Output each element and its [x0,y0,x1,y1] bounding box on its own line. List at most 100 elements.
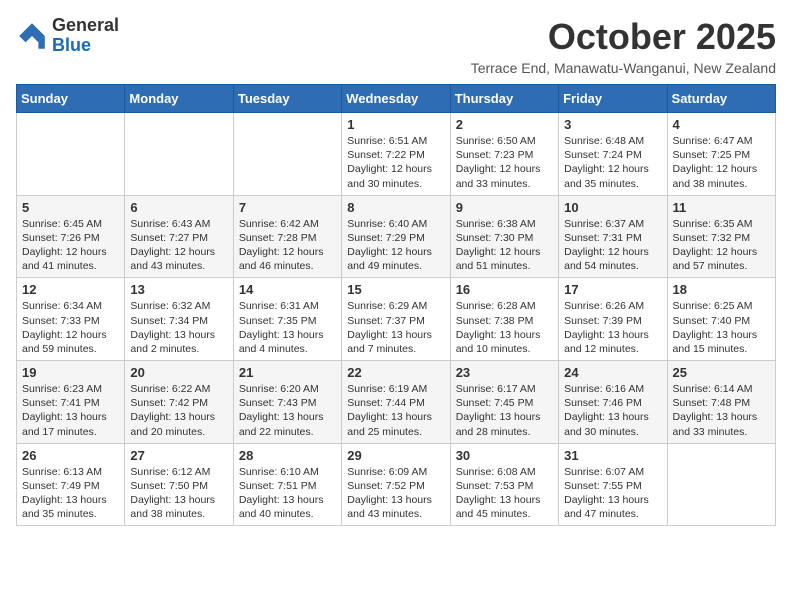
day-info: Sunrise: 6:08 AM Sunset: 7:53 PM Dayligh… [456,465,553,522]
day-info: Sunrise: 6:23 AM Sunset: 7:41 PM Dayligh… [22,382,119,439]
calendar-cell: 5 Sunrise: 6:45 AM Sunset: 7:26 PM Daylig… [17,195,125,278]
calendar-cell: 23 Sunrise: 6:17 AM Sunset: 7:45 PM Dayli… [450,361,558,444]
day-info: Sunrise: 6:50 AM Sunset: 7:23 PM Dayligh… [456,134,553,191]
header-day-monday: Monday [125,85,233,113]
calendar-header-row: SundayMondayTuesdayWednesdayThursdayFrid… [17,85,776,113]
day-number: 3 [564,117,661,132]
calendar-cell: 25Sunrise: 6:14 AM Sunset: 7:48 PM Dayli… [667,361,775,444]
day-number: 7 [239,200,336,215]
day-number: 10 [564,200,661,215]
day-info: Sunrise: 6:26 AM Sunset: 7:39 PM Dayligh… [564,299,661,356]
calendar-cell: 31 Sunrise: 6:07 AM Sunset: 7:55 PM Dayli… [559,443,667,526]
day-number: 18 [673,282,770,297]
day-number: 9 [456,200,553,215]
day-number: 14 [239,282,336,297]
calendar-cell: 21Sunrise: 6:20 AM Sunset: 7:43 PM Dayli… [233,361,341,444]
day-info: Sunrise: 6:25 AM Sunset: 7:40 PM Dayligh… [673,299,770,356]
day-info: Sunrise: 6:10 AM Sunset: 7:51 PM Dayligh… [239,465,336,522]
calendar-cell: 28 Sunrise: 6:10 AM Sunset: 7:51 PM Dayli… [233,443,341,526]
calendar-cell: 3 Sunrise: 6:48 AM Sunset: 7:24 PM Daylig… [559,113,667,196]
calendar-cell: 10Sunrise: 6:37 AM Sunset: 7:31 PM Dayli… [559,195,667,278]
day-number: 6 [130,200,227,215]
calendar-table: SundayMondayTuesdayWednesdayThursdayFrid… [16,84,776,526]
day-number: 5 [22,200,119,215]
day-info: Sunrise: 6:22 AM Sunset: 7:42 PM Dayligh… [130,382,227,439]
calendar-cell: 17 Sunrise: 6:26 AM Sunset: 7:39 PM Dayli… [559,278,667,361]
calendar-week-3: 12 Sunrise: 6:34 AM Sunset: 7:33 PM Dayli… [17,278,776,361]
day-number: 24 [564,365,661,380]
calendar-cell: 19 Sunrise: 6:23 AM Sunset: 7:41 PM Dayli… [17,361,125,444]
day-info: Sunrise: 6:47 AM Sunset: 7:25 PM Dayligh… [673,134,770,191]
header-day-thursday: Thursday [450,85,558,113]
calendar-cell: 9Sunrise: 6:38 AM Sunset: 7:30 PM Daylig… [450,195,558,278]
day-info: Sunrise: 6:34 AM Sunset: 7:33 PM Dayligh… [22,299,119,356]
calendar-cell [667,443,775,526]
header-day-tuesday: Tuesday [233,85,341,113]
calendar-cell: 8Sunrise: 6:40 AM Sunset: 7:29 PM Daylig… [342,195,450,278]
calendar-week-2: 5 Sunrise: 6:45 AM Sunset: 7:26 PM Daylig… [17,195,776,278]
calendar-cell: 1 Sunrise: 6:51 AM Sunset: 7:22 PM Daylig… [342,113,450,196]
day-number: 2 [456,117,553,132]
calendar-cell [17,113,125,196]
day-info: Sunrise: 6:42 AM Sunset: 7:28 PM Dayligh… [239,217,336,274]
calendar-body: 1 Sunrise: 6:51 AM Sunset: 7:22 PM Daylig… [17,113,776,526]
logo-icon [16,20,48,52]
calendar-cell: 2 Sunrise: 6:50 AM Sunset: 7:23 PM Daylig… [450,113,558,196]
location-subtitle: Terrace End, Manawatu-Wanganui, New Zeal… [471,60,776,76]
day-info: Sunrise: 6:16 AM Sunset: 7:46 PM Dayligh… [564,382,661,439]
day-number: 28 [239,448,336,463]
calendar-week-5: 26Sunrise: 6:13 AM Sunset: 7:49 PM Dayli… [17,443,776,526]
calendar-cell: 18 Sunrise: 6:25 AM Sunset: 7:40 PM Dayli… [667,278,775,361]
day-info: Sunrise: 6:28 AM Sunset: 7:38 PM Dayligh… [456,299,553,356]
day-number: 27 [130,448,227,463]
day-number: 22 [347,365,444,380]
calendar-cell: 6 Sunrise: 6:43 AM Sunset: 7:27 PM Daylig… [125,195,233,278]
day-info: Sunrise: 6:32 AM Sunset: 7:34 PM Dayligh… [130,299,227,356]
day-number: 4 [673,117,770,132]
day-info: Sunrise: 6:07 AM Sunset: 7:55 PM Dayligh… [564,465,661,522]
calendar-cell: 15Sunrise: 6:29 AM Sunset: 7:37 PM Dayli… [342,278,450,361]
calendar-cell: 20 Sunrise: 6:22 AM Sunset: 7:42 PM Dayli… [125,361,233,444]
calendar-cell: 13 Sunrise: 6:32 AM Sunset: 7:34 PM Dayli… [125,278,233,361]
calendar-cell: 14 Sunrise: 6:31 AM Sunset: 7:35 PM Dayli… [233,278,341,361]
calendar-cell: 30 Sunrise: 6:08 AM Sunset: 7:53 PM Dayli… [450,443,558,526]
calendar-cell: 4 Sunrise: 6:47 AM Sunset: 7:25 PM Daylig… [667,113,775,196]
day-info: Sunrise: 6:40 AM Sunset: 7:29 PM Dayligh… [347,217,444,274]
day-info: Sunrise: 6:12 AM Sunset: 7:50 PM Dayligh… [130,465,227,522]
calendar-cell: 22 Sunrise: 6:19 AM Sunset: 7:44 PM Dayli… [342,361,450,444]
day-number: 12 [22,282,119,297]
day-info: Sunrise: 6:43 AM Sunset: 7:27 PM Dayligh… [130,217,227,274]
page-header: General Blue October 2025 Terrace End, M… [16,16,776,76]
day-number: 19 [22,365,119,380]
day-info: Sunrise: 6:35 AM Sunset: 7:32 PM Dayligh… [673,217,770,274]
day-number: 29 [347,448,444,463]
logo-general-text: General [52,16,119,36]
day-info: Sunrise: 6:31 AM Sunset: 7:35 PM Dayligh… [239,299,336,356]
day-info: Sunrise: 6:51 AM Sunset: 7:22 PM Dayligh… [347,134,444,191]
logo-blue-text: Blue [52,36,119,56]
day-info: Sunrise: 6:29 AM Sunset: 7:37 PM Dayligh… [347,299,444,356]
month-title: October 2025 [471,16,776,58]
header-day-sunday: Sunday [17,85,125,113]
day-info: Sunrise: 6:19 AM Sunset: 7:44 PM Dayligh… [347,382,444,439]
calendar-cell: 27 Sunrise: 6:12 AM Sunset: 7:50 PM Dayli… [125,443,233,526]
day-number: 25 [673,365,770,380]
day-number: 31 [564,448,661,463]
day-number: 13 [130,282,227,297]
day-info: Sunrise: 6:48 AM Sunset: 7:24 PM Dayligh… [564,134,661,191]
day-info: Sunrise: 6:17 AM Sunset: 7:45 PM Dayligh… [456,382,553,439]
calendar-week-4: 19 Sunrise: 6:23 AM Sunset: 7:41 PM Dayli… [17,361,776,444]
day-number: 20 [130,365,227,380]
day-number: 23 [456,365,553,380]
calendar-cell: 12 Sunrise: 6:34 AM Sunset: 7:33 PM Dayli… [17,278,125,361]
header-day-saturday: Saturday [667,85,775,113]
day-number: 1 [347,117,444,132]
day-info: Sunrise: 6:45 AM Sunset: 7:26 PM Dayligh… [22,217,119,274]
day-number: 30 [456,448,553,463]
calendar-week-1: 1 Sunrise: 6:51 AM Sunset: 7:22 PM Daylig… [17,113,776,196]
calendar-cell: 11Sunrise: 6:35 AM Sunset: 7:32 PM Dayli… [667,195,775,278]
day-number: 17 [564,282,661,297]
day-number: 21 [239,365,336,380]
calendar-cell: 29 Sunrise: 6:09 AM Sunset: 7:52 PM Dayli… [342,443,450,526]
day-info: Sunrise: 6:09 AM Sunset: 7:52 PM Dayligh… [347,465,444,522]
